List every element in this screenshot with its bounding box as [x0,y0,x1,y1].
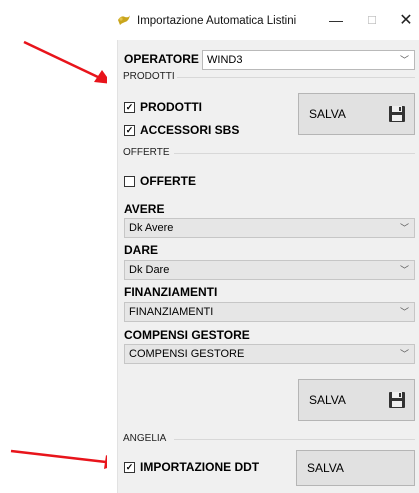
floppy-disk-icon [389,106,405,122]
prodotti-check-mark: ✓ [124,101,135,113]
prodotti-group-label: PRODOTTI [123,71,175,82]
offerte-group-line [174,153,415,154]
prodotti-checkbox[interactable]: ✓ PRODOTTI [124,100,202,114]
angelia-group-label: ANGELIA [123,433,167,444]
operatore-label: OPERATORE [124,52,199,66]
prodotti-save-button[interactable]: SALVA [298,93,415,135]
compensi-gestore-value: COMPENSI GESTORE [129,348,245,360]
ddt-check-mark: ✓ [124,461,135,473]
finanziamenti-label: FINANZIAMENTI [124,285,218,299]
left-border [117,40,118,493]
dare-label: DARE [124,243,159,257]
offerte-checkbox-label: OFFERTE [140,174,196,188]
close-button[interactable]: ✕ [391,8,419,32]
angelia-group-line [174,439,415,440]
prodotti-save-label: SALVA [309,107,346,121]
title-bar: Importazione Automatica Listini — ☐ ✕ [107,0,419,40]
form-client-area: OPERATORE WIND3 ﹀ PRODOTTI ✓ PRODOTTI ✓ … [117,40,419,493]
chevron-down-icon: ﹀ [399,307,409,317]
chevron-down-icon: ﹀ [399,265,409,275]
importazione-ddt-checkbox[interactable]: ✓ IMPORTAZIONE DDT [124,460,259,474]
accessori-sbs-checkbox[interactable]: ✓ ACCESSORI SBS [124,123,239,137]
operatore-combo[interactable]: WIND3 ﹀ [202,50,415,70]
maximize-button[interactable]: ☐ [357,8,387,32]
window-title: Importazione Automatica Listini [137,15,297,27]
offerte-group-label: OFFERTE [123,147,170,158]
angelia-save-button[interactable]: SALVA [296,450,415,486]
prodotti-checkbox-label: PRODOTTI [140,100,202,114]
accessori-check-mark: ✓ [124,124,135,136]
offerte-save-label: SALVA [309,393,346,407]
compensi-gestore-combo[interactable]: COMPENSI GESTORE ﹀ [124,344,415,364]
finanziamenti-combo[interactable]: FINANZIAMENTI ﹀ [124,302,415,322]
dare-value: Dk Dare [129,264,170,276]
importazione-ddt-label: IMPORTAZIONE DDT [140,460,260,474]
dare-combo[interactable]: Dk Dare ﹀ [124,260,415,280]
chevron-down-icon: ﹀ [399,349,409,359]
finanziamenti-value: FINANZIAMENTI [129,306,214,318]
avere-combo[interactable]: Dk Avere ﹀ [124,218,415,238]
avere-label: AVERE [124,202,165,216]
offerte-check-box [124,175,135,187]
operatore-value: WIND3 [207,54,243,66]
angelia-save-label: SALVA [307,461,344,475]
offerte-checkbox[interactable]: OFFERTE [124,174,196,188]
chevron-down-icon: ﹀ [399,55,409,65]
offerte-save-button[interactable]: SALVA [298,379,415,421]
minimize-button[interactable]: — [321,8,351,32]
app-icon [118,15,130,25]
main-window: Importazione Automatica Listini — ☐ ✕ OP… [107,0,419,493]
avere-value: Dk Avere [129,222,174,234]
accessori-checkbox-label: ACCESSORI SBS [140,123,240,137]
chevron-down-icon: ﹀ [399,223,409,233]
annotation-arrow-prodotti [23,40,112,84]
floppy-disk-icon [389,392,405,408]
prodotti-group-line [177,77,415,78]
compensi-gestore-label: COMPENSI GESTORE [124,328,250,342]
